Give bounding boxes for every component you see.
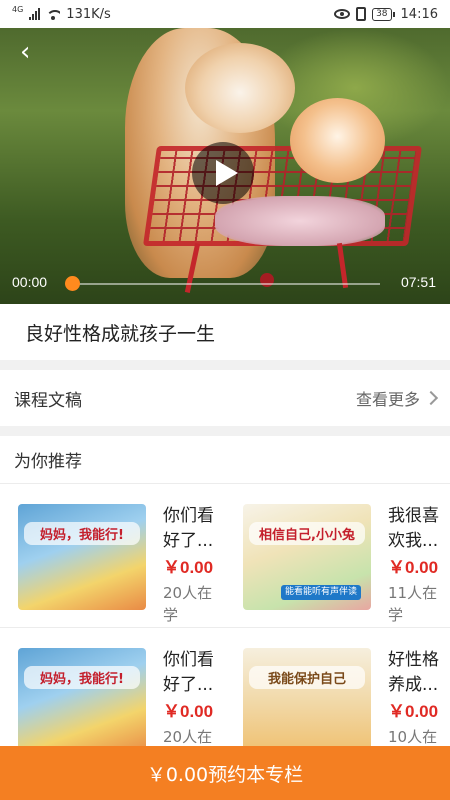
chevron-right-icon [423,390,439,406]
video-player[interactable]: ‹ 00:00 07:51 [0,28,450,304]
book-price: ￥0.00 [163,702,214,721]
book-cover: 妈妈，我能行! [18,504,146,610]
book-info: 你们看好了... ￥0.00 20人在学 [163,504,225,626]
cover-title: 我能保护自己 [249,666,365,689]
progress-thumb[interactable] [65,276,80,291]
progress-track[interactable] [72,283,380,285]
video-frame-cat-face [185,43,295,133]
recommend-card[interactable]: 妈妈，我能行! 你们看好了... ￥0.00 20人在学 [0,484,225,628]
section-divider [0,360,450,370]
video-frame-kitten [290,98,385,183]
video-frame-cart-leg [336,242,349,289]
cover-title: 妈妈，我能行! [24,666,140,689]
recommend-header: 为你推荐 [0,436,450,484]
course-title: 良好性格成就孩子一生 [25,322,216,345]
book-price: ￥0.00 [388,558,439,577]
status-right: 38 14:16 [334,7,438,22]
wifi-icon [46,8,61,20]
cover-title: 妈妈，我能行! [24,522,140,545]
total-time: 07:51 [400,274,436,290]
book-cover: 妈妈，我能行! [18,648,146,754]
book-cover: 我能保护自己 [243,648,371,754]
transcript-label: 课程文稿 [14,390,82,411]
book-title: 好性格养成... [388,650,439,695]
learner-count: 11人在学 [388,584,438,624]
learner-count: 20人在学 [163,584,213,624]
view-more-link[interactable]: 查看更多 [355,386,439,410]
book-price: ￥0.00 [163,558,214,577]
book-info: 我很喜欢我... ￥0.00 11人在学 [388,504,450,626]
back-button[interactable]: ‹ [20,39,30,65]
section-divider [0,426,450,436]
view-more-label: 查看更多 [355,390,420,409]
signal-icon [29,8,41,20]
play-button[interactable] [192,142,254,204]
book-title: 你们看好了... [163,506,214,551]
cover-title: 相信自己,小小兔 [249,522,365,545]
transcript-row[interactable]: 课程文稿 查看更多 [0,370,450,426]
network-speed: 131K/s [66,6,111,22]
book-price: ￥0.00 [388,702,439,721]
battery-icon: 38 [372,7,395,21]
status-bar: 4G 131K/s 38 14:16 [0,0,450,28]
video-frame-blanket [215,196,385,246]
network-type: 4G [12,5,24,14]
clock: 14:16 [400,6,438,22]
book-title: 我很喜欢我... [388,506,439,551]
book-cover: 相信自己,小小兔 能看能听有声伴读 [243,504,371,610]
current-time: 00:00 [12,274,48,290]
recommend-card[interactable]: 相信自己,小小兔 能看能听有声伴读 我很喜欢我... ￥0.00 11人在学 [225,484,450,628]
eye-comfort-icon [334,9,351,19]
subscribe-button[interactable]: ￥0.00预约本专栏 [0,746,450,800]
recommend-row: 妈妈，我能行! 你们看好了... ￥0.00 20人在学 相信自己,小小兔 能看… [0,484,450,628]
status-left: 4G 131K/s [12,5,111,22]
battery-level: 38 [372,7,392,21]
book-title: 你们看好了... [163,650,214,695]
cover-badge: 能看能听有声伴读 [280,585,361,600]
vibrate-icon [356,7,367,21]
